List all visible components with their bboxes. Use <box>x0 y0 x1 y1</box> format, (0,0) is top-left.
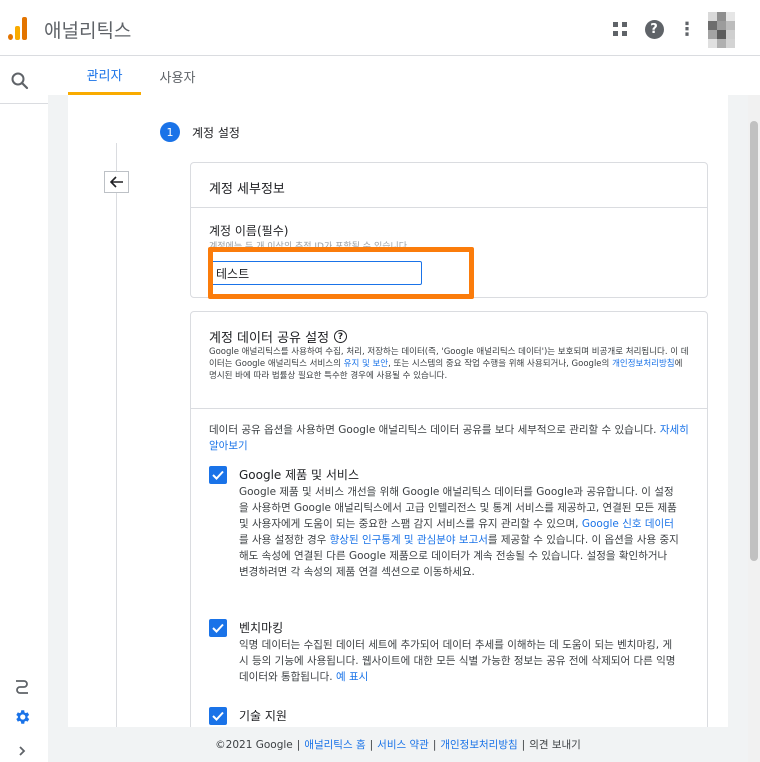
rail-divider <box>0 103 48 104</box>
more-vert-icon[interactable]: ⋮ <box>676 18 698 40</box>
check-icon <box>212 711 224 721</box>
option-benchmarking: 벤치마킹 익명 데이터는 수집된 데이터 세트에 추가되어 데이터 추세를 이해… <box>209 617 689 697</box>
option-title: Google 제품 및 서비스 <box>239 468 360 482</box>
demographics-link[interactable]: 향상된 인구통계 및 관심분야 보고서 <box>330 534 488 546</box>
tab-users[interactable]: 사용자 <box>141 57 214 95</box>
google-products-checkbox[interactable] <box>209 466 227 484</box>
card-divider <box>191 207 707 208</box>
footer-link-terms[interactable]: 서비스 약관 <box>377 737 429 752</box>
footer-link-privacy[interactable]: 개인정보처리방침 <box>440 737 517 752</box>
app-title[interactable]: 애널리틱스 <box>44 16 131 43</box>
benchmarking-checkbox[interactable] <box>209 619 227 637</box>
analytics-logo[interactable] <box>8 16 30 40</box>
desc-text: 를 사용 설정한 경우 <box>239 534 330 546</box>
separator: | <box>369 738 374 751</box>
intro-text: 데이터 공유 옵션을 사용하면 Google 애널리틱스 데이터 공유를 보다 … <box>209 424 660 436</box>
option-title: 벤치마킹 <box>239 621 284 635</box>
tech-support-checkbox[interactable] <box>209 707 227 725</box>
step-number-badge: 1 <box>160 122 180 142</box>
account-details-title: 계정 세부정보 <box>209 182 285 197</box>
option-description: 익명 데이터는 수집된 데이터 세트에 추가되어 데이터 추세를 이해하는 데 … <box>239 637 679 685</box>
check-icon <box>212 623 224 633</box>
data-sharing-intro: 데이터 공유 옵션을 사용하면 Google 애널리틱스 데이터 공유를 보다 … <box>209 422 689 454</box>
vertical-scrollbar[interactable] <box>748 95 760 762</box>
data-sharing-title-row: 계정 데이터 공유 설정 ? <box>209 327 348 346</box>
desc-text: 익명 데이터는 수집된 데이터 세트에 추가되어 데이터 추세를 이해하는 데 … <box>239 639 676 683</box>
feedback-button[interactable]: 의견 보내기 <box>529 737 581 752</box>
data-sharing-title: 계정 데이터 공유 설정 <box>209 331 330 346</box>
content-area: 1 계정 설정 계정 세부정보 계정 이름(필수) 계정에는 두 개 이상의 추… <box>48 95 748 762</box>
tab-admin[interactable]: 관리자 <box>68 57 141 95</box>
footer-link-analytics-home[interactable]: 애널리틱스 홈 <box>304 737 365 752</box>
account-avatar[interactable] <box>708 12 736 48</box>
check-icon <box>212 470 224 480</box>
option-google-products: Google 제품 및 서비스 Google 제품 및 서비스 개선을 위해 G… <box>209 464 689 604</box>
separator: | <box>296 738 301 751</box>
stepper-line <box>116 143 117 743</box>
account-name-label: 계정 이름(필수) <box>209 224 289 238</box>
footer: ©2021 Google | 애널리틱스 홈 | 서비스 약관 | 개인정보처리… <box>48 727 748 762</box>
path-icon[interactable] <box>12 676 32 696</box>
search-icon[interactable] <box>8 69 32 93</box>
left-rail <box>0 57 48 762</box>
show-example-link[interactable]: 예 표시 <box>336 671 368 683</box>
google-signals-link[interactable]: Google 신호 데이터 <box>582 518 674 530</box>
option-title: 기술 지원 <box>239 709 287 723</box>
admin-tabs: 관리자 사용자 <box>48 57 748 95</box>
data-sharing-card: 계정 데이터 공유 설정 ? Google 애널리틱스를 사용하여 수집, 처리… <box>190 311 708 762</box>
scrollbar-thumb[interactable] <box>750 121 758 561</box>
top-app-bar: 애널리틱스 ? ⋮ <box>0 0 760 56</box>
privacy-policy-link[interactable]: 개인정보처리방침 <box>612 359 675 369</box>
chevron-right-icon[interactable] <box>12 741 32 761</box>
option-description: Google 제품 및 서비스 개선을 위해 Google 애널리틱스 데이터를… <box>239 484 679 580</box>
arrow-back-icon <box>109 176 123 188</box>
card-divider <box>191 408 707 409</box>
apps-grid-icon[interactable] <box>609 18 631 40</box>
separator: | <box>521 738 526 751</box>
separator: | <box>432 738 437 751</box>
back-button[interactable] <box>104 171 129 193</box>
help-question-icon[interactable]: ? <box>334 330 348 343</box>
input-highlight-box <box>208 247 474 299</box>
settings-gear-icon[interactable] <box>12 707 32 727</box>
step-label: 계정 설정 <box>192 126 240 140</box>
desc-text: , 또는 시스템의 중요 작업 수행을 위해 사용되거나, Google의 <box>388 359 613 369</box>
help-icon[interactable]: ? <box>643 18 665 40</box>
setup-panel: 1 계정 설정 계정 세부정보 계정 이름(필수) 계정에는 두 개 이상의 추… <box>68 95 728 762</box>
maintenance-security-link[interactable]: 유지 및 보안 <box>344 359 389 369</box>
data-sharing-description: Google 애널리틱스를 사용하여 수집, 처리, 저장하는 데이터(즉, '… <box>209 346 689 382</box>
copyright: ©2021 Google <box>215 738 293 751</box>
